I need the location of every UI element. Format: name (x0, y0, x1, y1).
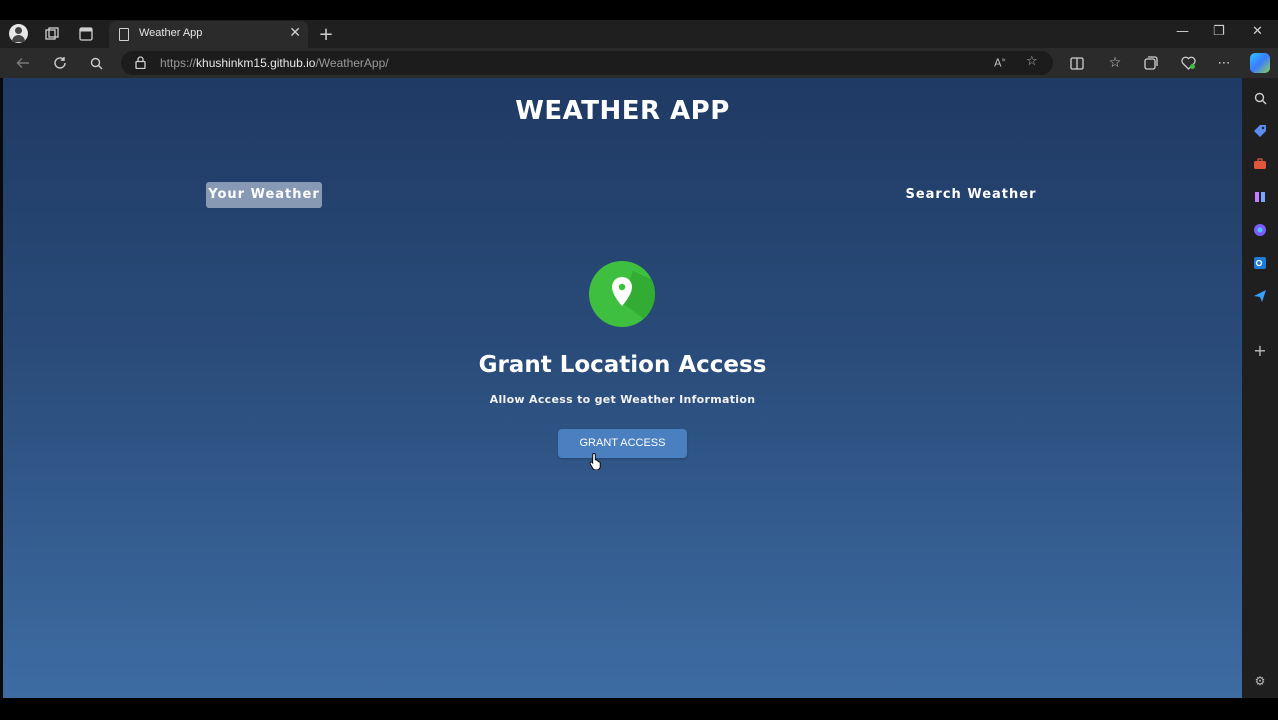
browser-sidebar: + ⚙ (1242, 78, 1278, 698)
close-window-button[interactable]: ✕ (1252, 24, 1263, 39)
page-document-icon (119, 28, 129, 41)
tab-actions-icon[interactable] (77, 25, 95, 43)
favorite-star-icon[interactable]: ☆ (1026, 54, 1038, 69)
lock-icon (135, 56, 146, 69)
refresh-icon[interactable] (51, 54, 69, 72)
profile-icon[interactable] (9, 24, 28, 43)
collections-icon[interactable] (1142, 54, 1160, 72)
search-icon[interactable] (87, 54, 105, 72)
browser-toolbar: https://khushinkm15.github.io/WeatherApp… (0, 48, 1278, 78)
url-path: /WeatherApp/ (315, 56, 389, 70)
location-pin-icon (589, 261, 655, 327)
add-sidebar-app-icon[interactable]: + (1251, 341, 1269, 360)
sidebar-settings-gear-icon[interactable]: ⚙ (1251, 672, 1269, 690)
url-text: https://khushinkm15.github.io/WeatherApp… (160, 56, 389, 70)
favorites-icon[interactable]: ☆ (1106, 54, 1124, 72)
tools-briefcase-icon[interactable] (1251, 155, 1269, 173)
hand-cursor-icon (589, 453, 601, 470)
letterbox-bottom (0, 698, 1278, 720)
read-aloud-icon[interactable]: A» (994, 56, 1006, 70)
copilot-icon[interactable] (1250, 53, 1270, 73)
grant-access-button[interactable]: GRANT ACCESS (558, 429, 687, 458)
url-prefix: https:// (160, 56, 197, 70)
send-icon[interactable] (1251, 287, 1269, 305)
restore-button[interactable]: ❐ (1213, 24, 1225, 39)
screen: Weather App ✕ + — ❐ ✕ https://khushinkm1… (0, 0, 1278, 720)
grant-access-heading: Grant Location Access (478, 352, 767, 378)
split-screen-icon[interactable] (1068, 54, 1086, 72)
address-bar[interactable]: https://khushinkm15.github.io/WeatherApp… (121, 51, 1053, 75)
minimize-button[interactable]: — (1176, 24, 1189, 39)
browser-tab-strip: Weather App ✕ + — ❐ ✕ (0, 20, 1278, 48)
shopping-tag-icon[interactable] (1251, 122, 1269, 140)
letterbox-top (0, 0, 1278, 20)
new-tab-button[interactable]: + (317, 24, 335, 45)
weather-app-page: WEATHER APP Your Weather Search Weather … (3, 78, 1242, 698)
tab-close-icon[interactable]: ✕ (289, 25, 301, 41)
back-icon[interactable] (14, 54, 32, 72)
microsoft-365-icon[interactable] (1251, 221, 1269, 239)
url-host: khushinkm15.github.io (196, 56, 316, 70)
more-options-icon[interactable]: ⋯ (1215, 54, 1233, 72)
games-icon[interactable] (1251, 188, 1269, 206)
browser-essentials-icon[interactable] (1179, 54, 1197, 72)
app-title: WEATHER APP (515, 96, 730, 126)
outlook-icon[interactable] (1251, 254, 1269, 272)
tab-your-weather[interactable]: Your Weather (206, 182, 322, 208)
tab-search-weather[interactable]: Search Weather (903, 182, 1039, 208)
sidebar-search-icon[interactable] (1251, 89, 1269, 107)
workspaces-icon[interactable] (43, 25, 61, 43)
grant-access-subtext: Allow Access to get Weather Information (489, 393, 756, 406)
browser-tab-weather-app[interactable]: Weather App ✕ (109, 21, 308, 48)
tab-title: Weather App (139, 27, 203, 39)
